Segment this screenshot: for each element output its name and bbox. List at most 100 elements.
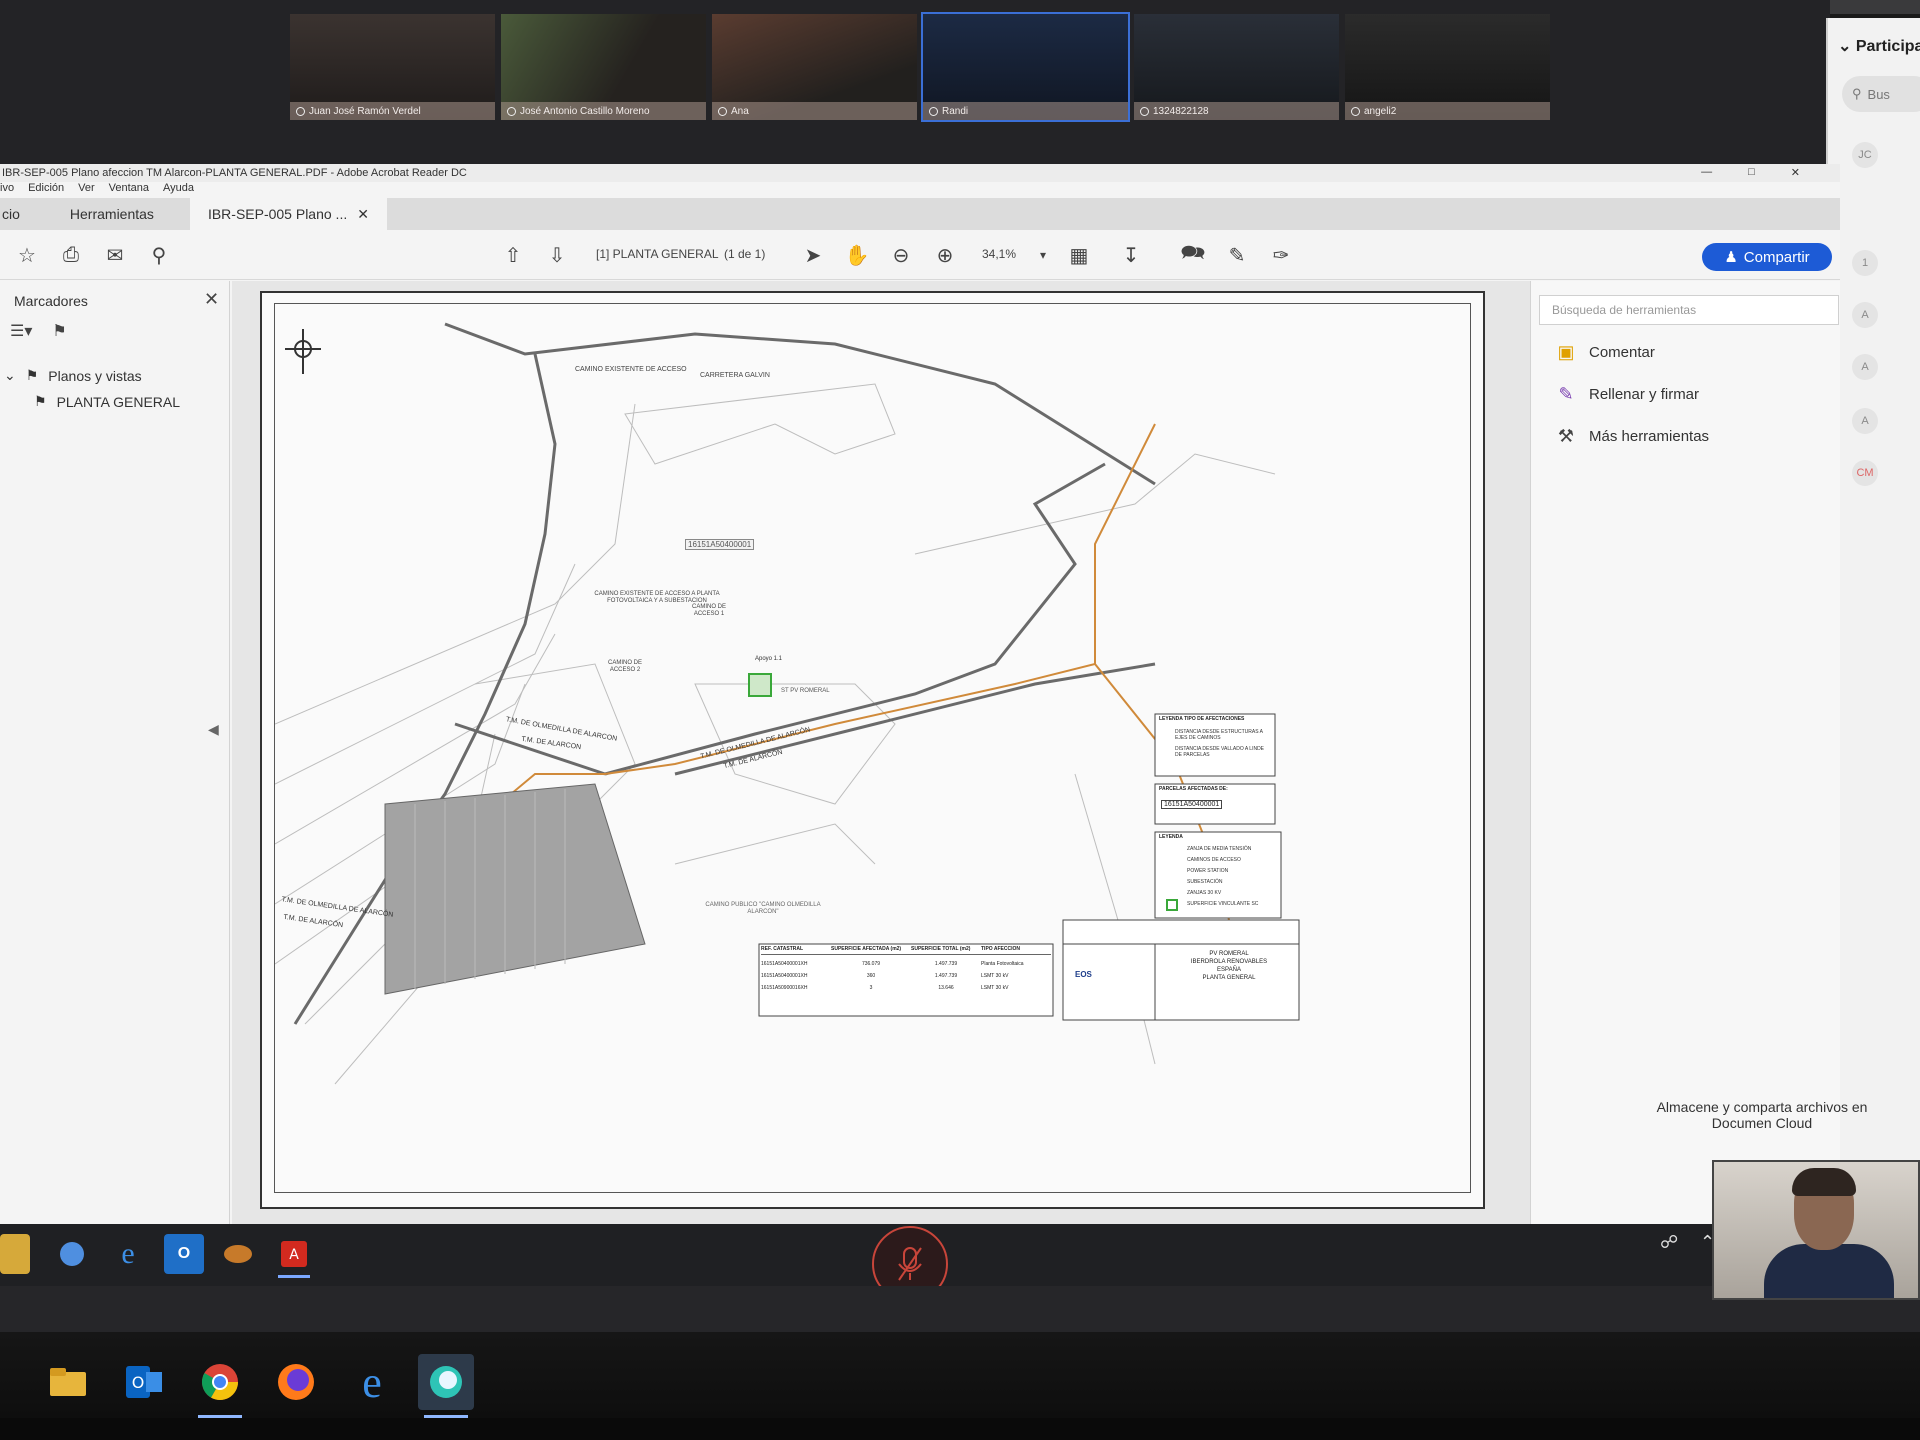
- avatar[interactable]: A: [1852, 302, 1878, 328]
- tab-document-label: IBR-SEP-005 Plano ...: [207, 206, 348, 222]
- window-titlebar: IBR-SEP-005 Plano afeccion TM Alarcon-PL…: [0, 164, 1840, 182]
- bookmark-add-icon[interactable]: ⚑: [52, 321, 66, 341]
- close-tab-icon[interactable]: ✕: [357, 206, 369, 223]
- table-row: 16151A50400001XH 736.079 1.497.739 Plant…: [761, 961, 1051, 967]
- sign-icon[interactable]: ✑: [1268, 242, 1294, 268]
- internet-explorer-icon[interactable]: e: [344, 1354, 400, 1410]
- bookmarks-title: Marcadores: [14, 293, 88, 309]
- title-block-line: ESPAÑA: [1217, 967, 1241, 973]
- menu-item-file[interactable]: ivo: [0, 182, 14, 198]
- chevron-down-icon[interactable]: ▾: [1030, 242, 1056, 268]
- file-explorer-icon[interactable]: [40, 1354, 96, 1410]
- document-cloud-promo[interactable]: Almacene y comparta archivos en Documen …: [1627, 1099, 1897, 1131]
- outlook-icon[interactable]: O: [164, 1234, 204, 1274]
- video-tile[interactable]: Ana: [712, 14, 917, 120]
- search-icon[interactable]: ⚲: [146, 242, 172, 268]
- collapse-left-icon[interactable]: ◀: [208, 721, 219, 738]
- print-icon[interactable]: ⎙: [58, 242, 84, 268]
- legend-row: SUBESTACIÓN: [1187, 879, 1223, 885]
- zoom-value[interactable]: 34,1%: [982, 247, 1016, 261]
- avatar[interactable]: A: [1852, 354, 1878, 380]
- menu-item-window[interactable]: Ventana: [109, 182, 149, 198]
- avatar[interactable]: JC: [1852, 142, 1878, 168]
- window-title: IBR-SEP-005 Plano afeccion TM Alarcon-PL…: [2, 167, 467, 179]
- close-icon[interactable]: ✕: [1789, 166, 1800, 179]
- participants-search[interactable]: ⚲ Bus: [1842, 76, 1920, 112]
- scroll-mode-icon[interactable]: ↧: [1118, 242, 1144, 268]
- table-cell: 13.646: [938, 985, 954, 991]
- video-tile[interactable]: angeli2: [1345, 14, 1550, 120]
- minimize-icon[interactable]: —: [1699, 166, 1712, 179]
- pen-icon[interactable]: ✎: [1224, 242, 1250, 268]
- bookmark-item[interactable]: ⚑ PLANTA GENERAL: [34, 393, 180, 410]
- legend-title: LEYENDA: [1159, 834, 1183, 840]
- legend-rows: ZANJA DE MEDIA TENSIÓN CAMINOS DE ACCESO…: [1187, 844, 1258, 910]
- chrome-icon[interactable]: [192, 1354, 248, 1418]
- page-label[interactable]: [1] PLANTA GENERAL: [596, 247, 719, 261]
- page-count: (1 de 1): [724, 247, 766, 261]
- table-cell: 1.497.739: [934, 961, 958, 967]
- tab-bar: cio Herramientas IBR-SEP-005 Plano ... ✕: [0, 198, 1840, 230]
- tools-search-input[interactable]: Búsqueda de herramientas: [1539, 295, 1839, 325]
- participant-name: 1324822128: [1153, 105, 1209, 117]
- document-view[interactable]: ◀ ▶: [208, 281, 1553, 1224]
- tool-fill-sign[interactable]: ✎ Rellenar y firmar: [1555, 383, 1699, 405]
- tool-comment[interactable]: ▣ Comentar: [1555, 341, 1654, 363]
- add-user-icon: ♟: [1724, 249, 1738, 266]
- browser-icon[interactable]: [52, 1234, 92, 1274]
- monitor-bezel: [0, 1418, 1920, 1440]
- mic-icon: [1351, 106, 1360, 116]
- tab-document[interactable]: IBR-SEP-005 Plano ... ✕: [189, 198, 387, 230]
- tool-more[interactable]: ⚒ Más herramientas: [1555, 425, 1709, 447]
- bookmark-options-icon[interactable]: ☰▾: [10, 321, 32, 341]
- video-tile[interactable]: Juan José Ramón Verdel: [290, 14, 495, 120]
- table-row: 16151A50900016XH 3 13.646 LSMT 30 kV: [761, 985, 1051, 991]
- select-arrow-icon[interactable]: ➤: [800, 242, 826, 268]
- meeting-app-icon[interactable]: [418, 1354, 474, 1418]
- maximize-icon[interactable]: □: [1746, 166, 1755, 179]
- chevron-down-icon[interactable]: ⌄: [4, 367, 16, 384]
- app-icon[interactable]: [218, 1234, 258, 1274]
- hand-icon[interactable]: ✋: [844, 242, 870, 268]
- title-block-line: PV ROMERAL: [1209, 951, 1249, 957]
- network-icon[interactable]: ☍: [1660, 1232, 1678, 1253]
- star-icon[interactable]: ☆: [14, 242, 40, 268]
- page-up-icon[interactable]: ⇧: [500, 242, 526, 268]
- avatar[interactable]: A: [1852, 408, 1878, 434]
- mail-icon[interactable]: ✉: [102, 242, 128, 268]
- menu-item-edit[interactable]: Edición: [28, 182, 64, 198]
- avatar[interactable]: 1: [1852, 250, 1878, 276]
- mic-icon: [296, 106, 305, 116]
- menu-item-view[interactable]: Ver: [78, 182, 95, 198]
- table-cell: 16151A50400001XH: [761, 961, 808, 967]
- firefox-icon[interactable]: [268, 1354, 324, 1410]
- outlook-icon[interactable]: O: [116, 1354, 172, 1410]
- site-plan: CAMINO EXISTENTE DE ACCESO CARRETERA GAL…: [274, 303, 1471, 1193]
- video-tile[interactable]: José Antonio Castillo Moreno: [501, 14, 706, 120]
- tab-tools[interactable]: Herramientas: [38, 198, 186, 230]
- fit-page-icon[interactable]: ▦: [1066, 242, 1092, 268]
- tab-home[interactable]: cio: [0, 198, 38, 230]
- internet-explorer-icon[interactable]: e: [108, 1234, 148, 1274]
- legend-title: LEYENDA TIPO DE AFECTACIONES: [1159, 716, 1245, 722]
- close-icon[interactable]: ✕: [204, 289, 219, 310]
- acrobat-icon[interactable]: A: [274, 1234, 314, 1278]
- zoom-out-icon[interactable]: ⊖: [888, 242, 914, 268]
- share-button[interactable]: ♟ Compartir: [1702, 243, 1832, 271]
- table-cell: 736.079: [861, 961, 881, 967]
- table-cell: 16151A50900016XH: [761, 985, 808, 991]
- avatar[interactable]: CM: [1852, 460, 1878, 486]
- video-tile[interactable]: Randi: [921, 12, 1130, 122]
- file-explorer-icon[interactable]: [0, 1234, 30, 1274]
- menu-item-help[interactable]: Ayuda: [163, 182, 194, 198]
- participants-title[interactable]: ⌄ Participa: [1838, 36, 1920, 56]
- page-down-icon[interactable]: ⇩: [544, 242, 570, 268]
- participants-search-placeholder: Bus: [1867, 86, 1890, 102]
- zoom-in-icon[interactable]: ⊕: [932, 242, 958, 268]
- legend-row: SUPERFICIE VINCULANTE SC: [1187, 901, 1259, 907]
- comment-icon[interactable]: 🗪: [1180, 242, 1206, 268]
- bookmark-item[interactable]: ⌄ ⚑ Planos y vistas: [4, 367, 142, 384]
- legend-title: PARCELAS AFECTADAS DE:: [1159, 786, 1228, 792]
- self-video[interactable]: [1712, 1160, 1920, 1300]
- video-tile[interactable]: 1324822128: [1134, 14, 1339, 120]
